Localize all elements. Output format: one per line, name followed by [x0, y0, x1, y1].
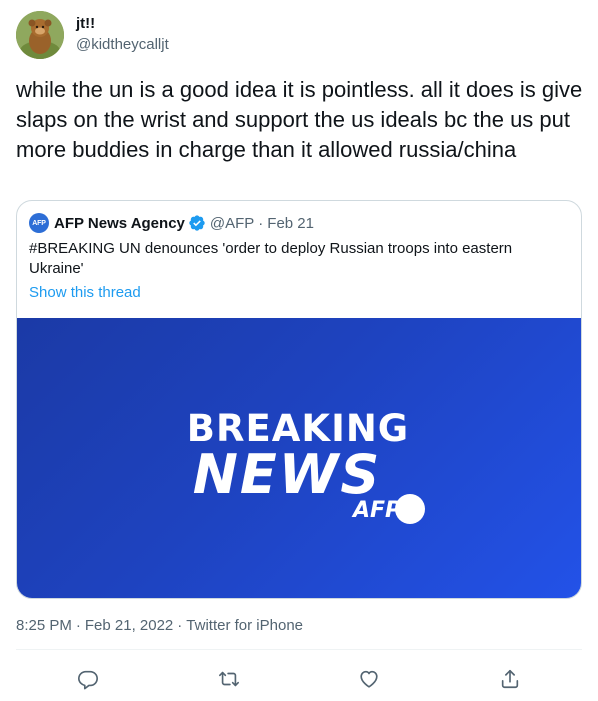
retweet-icon — [219, 671, 239, 687]
share-icon — [501, 669, 519, 689]
reply-button[interactable] — [71, 662, 105, 696]
quote-author-name: AFP News Agency — [54, 214, 185, 232]
quote-header: AFP AFP News Agency @AFP · Feb 21 — [29, 213, 314, 233]
tweet-meta: 8:25 PM · Feb 21, 2022 · Twitter for iPhone — [16, 616, 303, 636]
tweet: jt!! @kidtheycalljt while the un is a go… — [0, 0, 598, 701]
media-news-text: NEWS — [193, 443, 382, 506]
verified-badge-icon — [189, 215, 205, 231]
like-icon — [360, 670, 378, 688]
meta-separator: · — [177, 617, 183, 634]
author-display-name[interactable]: jt!! — [76, 14, 95, 34]
quote-author-handle: @AFP — [209, 214, 255, 232]
retweet-button[interactable] — [212, 662, 246, 696]
avatar-image — [16, 11, 64, 59]
quote-avatar: AFP — [29, 213, 49, 233]
media-afp-text: AFP — [351, 498, 401, 523]
tweet-date[interactable]: Feb 21, 2022 — [85, 617, 173, 634]
tweet-text: while the un is a good idea it is pointl… — [16, 77, 589, 162]
quote-tweet-card[interactable]: AFP AFP News Agency @AFP · Feb 21 #BREAK… — [16, 200, 582, 599]
breaking-news-graphic: BREAKING NEWS AFP — [187, 407, 425, 524]
quote-date[interactable]: Feb 21 — [267, 215, 314, 232]
tweet-source[interactable]: Twitter for iPhone — [186, 617, 303, 634]
share-button[interactable] — [493, 662, 527, 696]
action-bar — [0, 660, 598, 694]
afp-dot-icon — [395, 494, 425, 524]
quote-media-image[interactable]: BREAKING NEWS AFP — [17, 318, 581, 598]
author-avatar[interactable] — [16, 11, 64, 59]
quote-separator: · — [258, 214, 264, 232]
like-button[interactable] — [352, 662, 386, 696]
quote-text: #BREAKING UN denounces 'order to deploy … — [29, 240, 513, 277]
tweet-time[interactable]: 8:25 PM — [16, 617, 72, 634]
divider — [16, 649, 582, 650]
reply-icon — [78, 670, 98, 690]
show-thread-link[interactable]: Show this thread — [29, 283, 141, 303]
author-handle[interactable]: @kidtheycalljt — [76, 35, 169, 55]
meta-separator: · — [75, 617, 81, 634]
